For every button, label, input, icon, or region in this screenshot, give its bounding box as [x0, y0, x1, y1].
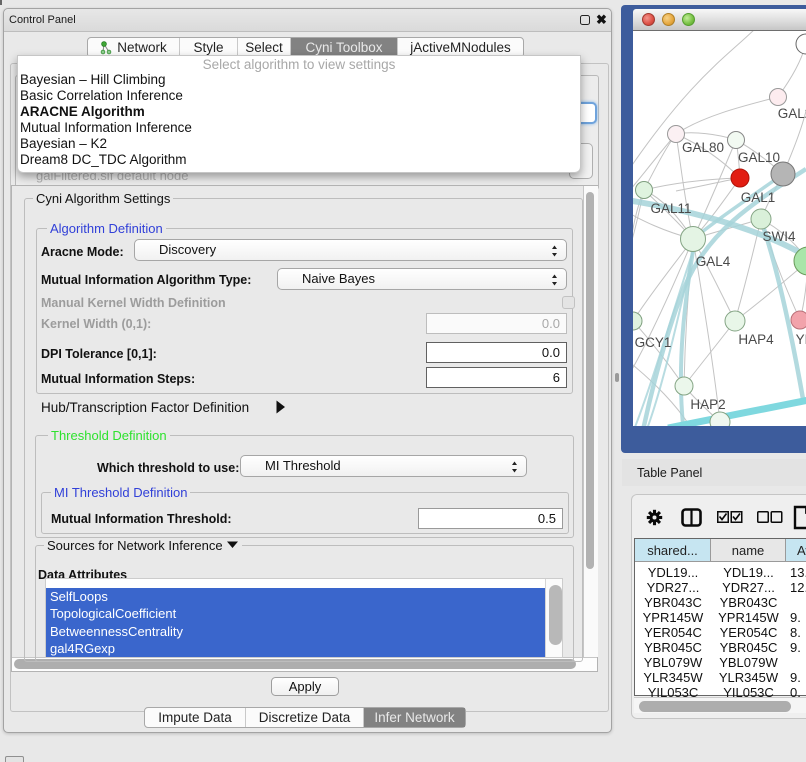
svg-text:GAL10: GAL10 — [738, 150, 780, 165]
svg-text:GCY1: GCY1 — [635, 335, 672, 350]
svg-text:SWI4: SWI4 — [762, 229, 795, 244]
svg-text:YD: YD — [796, 332, 806, 347]
svg-text:HAP4: HAP4 — [738, 332, 774, 347]
svg-text:HAP2: HAP2 — [690, 397, 725, 412]
svg-text:GAL1: GAL1 — [741, 190, 776, 205]
svg-text:GAL11: GAL11 — [650, 201, 691, 216]
svg-text:GAL2: GAL2 — [778, 106, 806, 121]
svg-text:GAL4: GAL4 — [696, 254, 731, 269]
svg-text:GAL80: GAL80 — [682, 140, 724, 155]
